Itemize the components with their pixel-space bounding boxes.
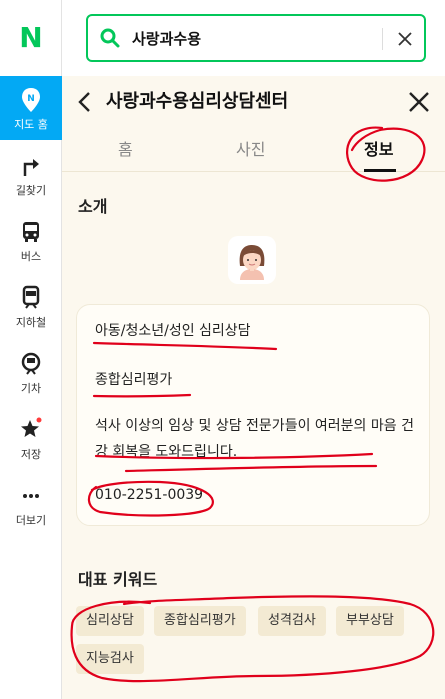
map-pin-icon: N (0, 86, 62, 114)
rail-label: 더보기 (15, 514, 47, 527)
active-tab-indicator (364, 169, 396, 172)
bus-icon (0, 218, 62, 246)
tab-info[interactable]: 정보 (364, 136, 393, 160)
search-bar (86, 14, 426, 62)
keyword-chip[interactable]: 지능검사 (76, 644, 144, 674)
search-input[interactable] (132, 25, 362, 51)
keyword-chip[interactable]: 부부상담 (336, 606, 404, 636)
close-icon[interactable] (406, 89, 432, 115)
rail-item-train[interactable]: 기차 (0, 340, 62, 404)
rail-label: 기차 (20, 382, 42, 395)
subway-icon (0, 284, 62, 312)
rail-item-more[interactable]: 더보기 (0, 472, 62, 536)
clear-search-icon[interactable] (392, 26, 418, 52)
keyword-chip[interactable]: 종합심리평가 (154, 606, 246, 636)
rail-item-subway[interactable]: 지하철 (0, 274, 62, 338)
star-icon (0, 416, 62, 444)
intro-description: 석사 이상의 임상 및 상담 전문가들이 여러분의 마음 건강 회복을 도와드립… (95, 418, 414, 460)
intro-section-title: 소개 (78, 197, 108, 216)
intro-card: 아동/청소년/성인 심리상담 종합심리평가 석사 이상의 임상 및 상담 전문가… (76, 304, 430, 526)
place-title: 사랑과수용심리상담센터 (106, 91, 289, 112)
rail-label: 지하철 (15, 316, 47, 329)
rail-item-saved[interactable]: 저장 (0, 406, 62, 470)
directions-icon (0, 152, 62, 180)
rail-label: 저장 (20, 448, 42, 461)
back-arrow-icon[interactable] (74, 90, 98, 114)
left-rail: N N 지도 홈 길찾기 버스 지하철 기차 저장 더보기 (0, 0, 62, 699)
rail-label: 길찾기 (15, 184, 47, 197)
tab-photos[interactable]: 사진 (236, 136, 265, 160)
more-icon (0, 482, 62, 510)
rail-label: 버스 (20, 250, 42, 263)
place-panel: 사랑과수용심리상담센터 홈 사진 정보 소개 아동/청소년/성인 심리상담 종합… (62, 76, 445, 699)
place-header: 사랑과수용심리상담센터 홈 사진 정보 (62, 76, 445, 172)
keyword-chip[interactable]: 성격검사 (258, 606, 326, 636)
intro-assessment-line: 종합심리평가 (95, 372, 173, 388)
tab-home[interactable]: 홈 (118, 136, 133, 160)
naver-logo[interactable]: N (0, 18, 62, 58)
search-divider (382, 28, 383, 50)
counselor-avatar (228, 236, 276, 284)
keyword-chip[interactable]: 심리상담 (76, 606, 144, 636)
search-icon (100, 28, 120, 48)
rail-label: 지도 홈 (14, 118, 48, 131)
train-icon (0, 350, 62, 378)
intro-service-line: 아동/청소년/성인 심리상담 (95, 323, 251, 339)
phone-number[interactable]: 010-2251-0039 (95, 487, 203, 503)
svg-text:N: N (27, 94, 35, 104)
rail-item-directions[interactable]: 길찾기 (0, 142, 62, 206)
rail-item-map-home[interactable]: N 지도 홈 (0, 76, 62, 140)
rail-item-bus[interactable]: 버스 (0, 208, 62, 272)
keywords-section-title: 대표 키워드 (78, 570, 158, 589)
